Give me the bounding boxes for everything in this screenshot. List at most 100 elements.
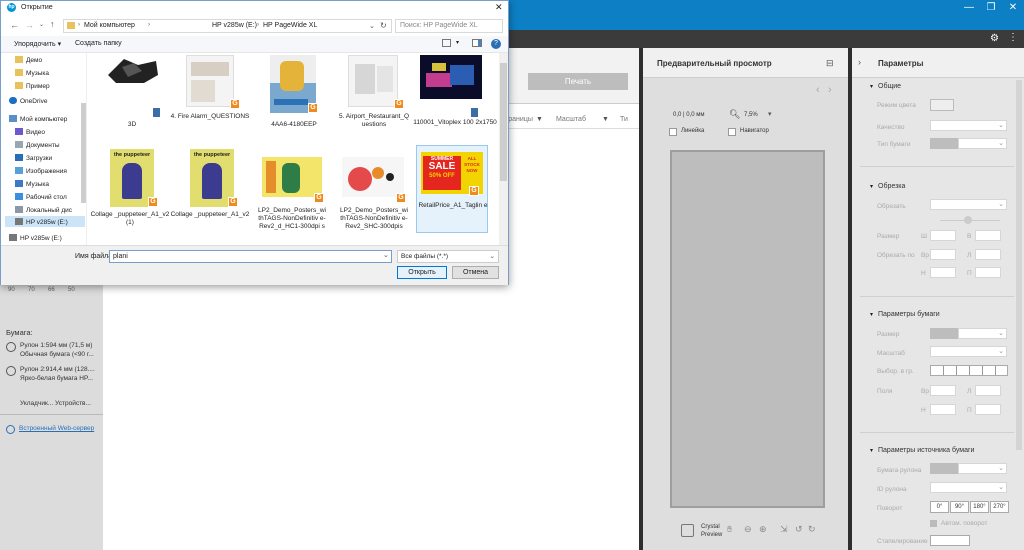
nav-item-pictures[interactable]: Изображения — [15, 167, 67, 175]
roll-id-dropdown[interactable]: ⌄ — [930, 482, 1007, 493]
nav-item-example[interactable]: Пример — [15, 82, 50, 90]
margin-left-input[interactable] — [975, 385, 1001, 396]
view-options-icon[interactable] — [442, 39, 451, 47]
column-scale[interactable]: Масштаб — [556, 116, 586, 123]
file-item[interactable]: 3D — [88, 53, 170, 135]
nav-item-local-disk[interactable]: Локальный дис — [15, 206, 72, 214]
back-arrow-icon[interactable]: ← — [10, 20, 19, 30]
file-item[interactable]: G 4AA6-4180EEP — [252, 53, 334, 135]
breadcrumb-computer[interactable]: Мой компьютер — [84, 22, 135, 29]
roll-2[interactable]: Рулон 2:914,4 мм (128.... Ярко-белая бум… — [20, 365, 95, 383]
up-arrow-icon[interactable]: ↑ — [50, 19, 55, 29]
width-input[interactable] — [930, 230, 956, 241]
zoom-level[interactable]: 7,5% — [744, 112, 758, 118]
new-folder-button[interactable]: Создать папку — [75, 40, 122, 47]
preview-pane-icon[interactable] — [472, 39, 482, 47]
nav-item-demo[interactable]: Демо — [15, 56, 42, 64]
nav-item-usb[interactable]: HP v285w (E:) — [9, 234, 62, 242]
crop-slider-handle[interactable] — [964, 216, 972, 224]
rotate-left-icon[interactable]: ↺ — [795, 524, 803, 535]
roll-swatch[interactable] — [930, 463, 958, 474]
restore-icon[interactable]: ❐ — [980, 0, 1002, 16]
file-item-selected[interactable]: SUMMER SALE 50% OFF ALL STOCK NOW G Reta… — [416, 145, 488, 233]
rotate-90-button[interactable]: 90° — [950, 501, 969, 513]
address-field[interactable]: › Мой компьютер › HP v285w (E:) › HP Pag… — [63, 19, 392, 33]
nav-item-music2[interactable]: Музыка — [15, 180, 49, 188]
organize-button[interactable]: Упорядочить ▾ — [14, 40, 61, 48]
filetype-select[interactable]: Все файлы (*.*) ⌄ — [397, 250, 499, 263]
file-item[interactable]: G LP2_Demo_Posters_wi thTAGS-NonDefiniti… — [334, 147, 416, 247]
file-item[interactable]: G 5. Airport_Restaurant_Q uestions — [334, 53, 416, 139]
collapse-icon[interactable]: ▾ — [870, 447, 873, 454]
nav-item-computer[interactable]: Мой компьютер — [9, 115, 67, 123]
filter-icon[interactable]: ▼ — [602, 116, 609, 123]
collapse-icon[interactable]: ▾ — [870, 183, 873, 190]
margin-right-input[interactable] — [975, 404, 1001, 415]
nav-item-music[interactable]: Музыка — [15, 69, 49, 77]
collapse-icon[interactable]: ▾ — [870, 83, 873, 90]
crop-dropdown[interactable]: ⌄ — [930, 199, 1007, 210]
devices-link[interactable]: Укладчик... Устройств... — [20, 400, 91, 407]
breadcrumb-folder[interactable]: HP PageWide XL — [263, 22, 317, 29]
chevron-down-icon[interactable]: ▾ — [456, 39, 459, 46]
cancel-button[interactable]: Отмена — [452, 266, 499, 279]
nav-item-onedrive[interactable]: OneDrive — [9, 97, 47, 105]
nav-item-downloads[interactable]: Загрузки — [15, 154, 52, 162]
color-mode-toggle[interactable] — [930, 99, 954, 111]
collapse-icon[interactable]: ▾ — [870, 311, 873, 318]
filter-icon[interactable]: ▼ — [536, 116, 543, 123]
params-scrollbar[interactable] — [1016, 80, 1022, 450]
chevron-down-icon[interactable]: ⌄ — [369, 22, 375, 30]
crystal-preview-icon[interactable] — [681, 524, 694, 537]
alignment-buttons[interactable] — [930, 365, 1008, 376]
navigator-checkbox[interactable] — [728, 128, 736, 136]
roll-dropdown[interactable]: ⌄ — [958, 463, 1007, 474]
next-page-icon[interactable]: › — [828, 84, 832, 96]
gear-icon[interactable]: ⚙ — [990, 33, 999, 44]
height-input[interactable] — [975, 230, 1001, 241]
file-item[interactable]: 110001_Vitoplex 100 2x1750 — [413, 53, 498, 135]
scrollbar-thumb[interactable] — [500, 63, 507, 181]
section-crop[interactable]: Обрезка — [878, 183, 905, 190]
close-icon[interactable]: ✕ — [495, 2, 503, 13]
crop-top-input[interactable] — [930, 249, 956, 260]
section-paper-params[interactable]: Параметры бумаги — [878, 311, 940, 318]
rotate-right-icon[interactable]: ↻ — [808, 524, 816, 535]
recent-dropdown-icon[interactable]: ⌄ — [39, 21, 44, 28]
file-item[interactable]: the puppeteer G Collage _puppeteer_A1_v2 — [170, 147, 252, 243]
paper-type-dropdown[interactable]: ⌄ — [958, 138, 1007, 149]
help-icon[interactable]: ? — [491, 39, 501, 49]
file-item[interactable]: the puppeteer G Collage _puppeteer_A1_v2… — [88, 147, 170, 243]
fit-icon[interactable]: ⇲ — [780, 524, 788, 535]
ruler-checkbox[interactable] — [669, 128, 677, 136]
refresh-icon[interactable]: ↻ — [380, 21, 387, 30]
pan-hand-icon[interactable]: ✋︎ — [727, 524, 732, 535]
file-item[interactable]: G 4. Fire Alarm_QUESTIONS — [170, 53, 252, 135]
quality-dropdown[interactable]: ⌄ — [930, 120, 1007, 131]
stacking-buttons[interactable] — [930, 535, 970, 546]
rotate-180-button[interactable]: 180° — [970, 501, 989, 513]
chevron-down-icon[interactable]: ⌄ — [383, 251, 389, 259]
nav-item-usb-selected[interactable]: HP v285w (E:) — [5, 216, 85, 227]
expand-icon[interactable]: › — [858, 57, 861, 67]
rotate-270-button[interactable]: 270° — [990, 501, 1009, 513]
roll-1[interactable]: Рулон 1:594 мм (71,5 м) Обычная бумага (… — [20, 341, 94, 359]
column-type[interactable]: Ти — [620, 116, 628, 123]
prev-page-icon[interactable]: ‹ — [816, 84, 820, 96]
nav-item-documents[interactable]: Документы — [15, 141, 60, 149]
section-paper-source[interactable]: Параметры источника бумаги — [878, 447, 974, 454]
collapse-panel-icon[interactable]: ⊟ — [826, 58, 834, 69]
file-item[interactable]: G LP2_Demo_Posters_wi thTAGS-NonDefiniti… — [252, 147, 334, 247]
zoom-out-icon[interactable]: ⊖ — [744, 524, 752, 535]
zoom-dropdown-icon[interactable]: ▾ — [768, 110, 772, 118]
crop-left-input[interactable] — [975, 249, 1001, 260]
scale-dropdown[interactable]: ⌄ — [930, 346, 1007, 357]
search-input[interactable]: Поиск: HP PageWide XL — [395, 19, 503, 33]
paper-size-swatch[interactable] — [930, 328, 958, 339]
overflow-menu-icon[interactable]: ⋮ — [1008, 32, 1018, 43]
print-button[interactable]: Печать — [528, 73, 628, 90]
nav-scrollbar[interactable] — [81, 103, 86, 203]
nav-item-video[interactable]: Видео — [15, 128, 45, 136]
zoom-in-icon[interactable]: ⊕ — [759, 524, 767, 535]
close-icon[interactable]: ✕ — [1002, 0, 1024, 16]
